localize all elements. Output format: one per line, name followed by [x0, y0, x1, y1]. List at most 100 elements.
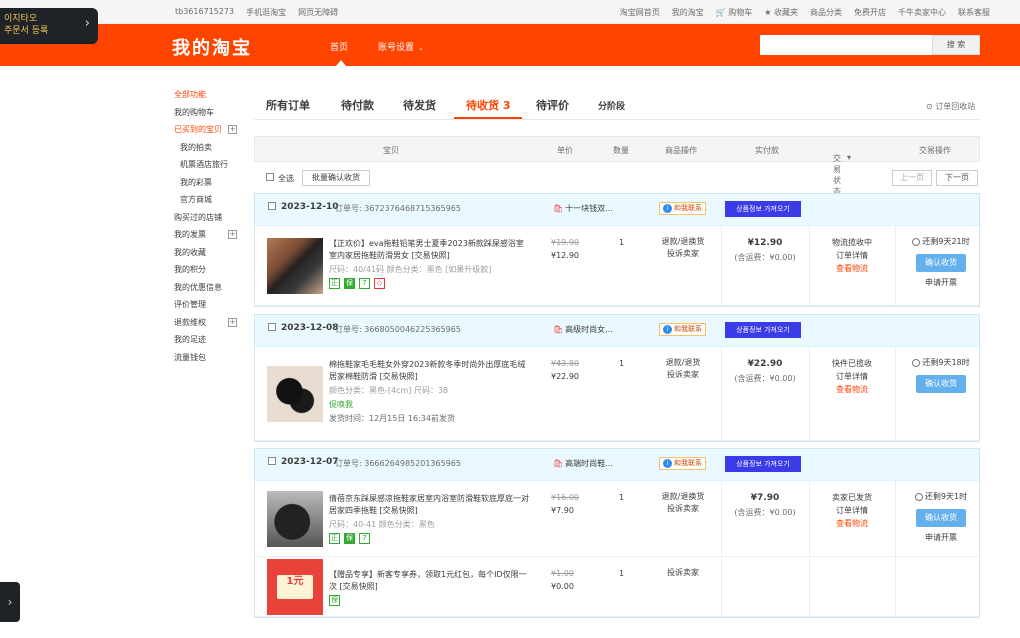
column-divider [809, 347, 810, 441]
expand-plus-icon[interactable]: + [228, 125, 237, 134]
sidebar-item[interactable]: 全部功能 [174, 86, 254, 104]
status-link[interactable]: 查看物流 [817, 262, 887, 275]
contact-seller-button[interactable]: i 和我联系 [659, 457, 706, 470]
brand-logo[interactable]: 我的淘宝 [172, 34, 252, 60]
column-divider [809, 481, 810, 617]
sidebar-item[interactable]: 官方商城 [174, 191, 254, 209]
next-page-button[interactable]: 下一页 [936, 170, 978, 186]
shop-bag-icon: 🛍 [553, 204, 564, 213]
nav-home[interactable]: 首页 [330, 40, 348, 53]
favorites-label: 收藏夹 [774, 8, 798, 17]
expand-plus-icon[interactable]: + [228, 317, 237, 327]
confirm-receipt-button[interactable]: 确认收货 [916, 254, 966, 272]
sidebar-item[interactable]: 购买过的店铺 [174, 209, 254, 227]
status-link[interactable]: 订单详情 [817, 249, 887, 262]
favorites-link[interactable]: ★ 收藏夹 [764, 7, 798, 18]
paid-total: ¥12.90 [747, 238, 783, 248]
cart-link[interactable]: 🛒 购物车 [716, 7, 753, 18]
order-card: 2023-12-07 订单号: 3666264985201365965 🛍 高端时尚鞋… [254, 448, 980, 618]
status-link[interactable]: 查看物流 [817, 383, 887, 396]
seller-center-link[interactable]: 千牛卖家中心 [898, 7, 946, 18]
fetch-product-info-button[interactable]: 상품정보 가져오기 [725, 201, 801, 217]
order-header: 2023-12-08 订单号: 3668050046225365965 🛍 高级时尚女… [255, 315, 979, 347]
accessibility-link[interactable]: 网页无障碍 [298, 7, 338, 18]
chevron-right-icon: › [7, 595, 13, 609]
tab-pending-shipment[interactable]: 待发货 [403, 97, 436, 113]
sidebar-item[interactable]: 我的收藏 [174, 244, 254, 262]
tab-all-orders[interactable]: 所有订单 [266, 97, 310, 113]
sidebar-item-label: 我的足迹 [174, 335, 206, 344]
shop-link[interactable]: 🛍 高级时尚女... [553, 324, 613, 335]
sidebar-item[interactable]: 我的彩票 [174, 174, 254, 192]
order-checkbox[interactable] [268, 457, 276, 465]
column-divider [809, 226, 810, 306]
sidebar-item-label: 流量钱包 [174, 352, 206, 362]
sidebar-item[interactable]: 我的足迹 [174, 331, 254, 349]
contact-seller-button[interactable]: i 和我联系 [659, 323, 706, 336]
taobao-home-link[interactable]: 淘宝网首页 [620, 7, 660, 18]
contact-seller-button[interactable]: i 和我联系 [659, 202, 706, 215]
search-button[interactable]: 搜 索 [932, 35, 980, 55]
search-input[interactable] [760, 35, 932, 55]
order-number: 订单号: 3668050046225365965 [335, 325, 461, 334]
select-all-label: 全选 [278, 174, 294, 183]
sidebar-item-label: 购买过的店铺 [174, 212, 222, 222]
status-link[interactable]: 订单详情 [817, 370, 887, 383]
remaining-time: 还剩9天18时 [903, 357, 979, 369]
sidebar-item[interactable]: 我的优惠信息 [174, 279, 254, 297]
column-divider [721, 226, 722, 306]
mobile-taobao-link[interactable]: 手机逛淘宝 [246, 7, 286, 18]
remaining-time: 还剩9天21时 [903, 236, 979, 248]
shop-bag-icon: 🛍 [553, 459, 564, 468]
request-invoice-link[interactable]: 申请开票 [903, 277, 979, 288]
prev-page-button[interactable]: 上一页 [892, 170, 932, 186]
col-paid: 实付款 [755, 146, 779, 155]
sidebar-item[interactable]: 退款维权 + [174, 314, 254, 332]
side-expand-tab[interactable]: › [0, 582, 20, 622]
select-all-checkbox[interactable] [266, 173, 274, 181]
clock-icon [912, 237, 921, 246]
shop-link[interactable]: 🛍 高端时尚鞋... [553, 458, 613, 469]
expand-plus-icon[interactable]: + [228, 230, 237, 239]
header-nav: 首页 账号设置 ⌄ [330, 40, 424, 53]
fetch-product-info-button[interactable]: 상품정보 가져오기 [725, 322, 801, 338]
order-card: 2023-12-08 订单号: 3668050046225365965 🛍 高级时尚女… [254, 314, 980, 442]
status-link[interactable]: 订单详情 [817, 504, 887, 517]
request-invoice-link[interactable]: 申请开票 [903, 532, 979, 543]
customer-service-link[interactable]: 联系客服 [958, 7, 990, 18]
shop-link[interactable]: 🛍 十一块钱双... [553, 203, 613, 214]
sidebar-item[interactable]: 机票酒店旅行 [174, 156, 254, 174]
fetch-product-info-button[interactable]: 상품정보 가져오기 [725, 456, 801, 472]
order-checkbox[interactable] [268, 202, 276, 210]
batch-confirm-button[interactable]: 批量确认收货 [302, 170, 370, 186]
tab-pending-review[interactable]: 待评价 [536, 97, 569, 113]
username-link[interactable]: tb3616715273 [175, 7, 234, 18]
paid-total: ¥7.90 [750, 493, 780, 503]
order-actions: 还剩9天1时 确认收货 申请开票 [903, 491, 979, 543]
sidebar-item[interactable]: 已买到的宝贝 + [174, 121, 254, 139]
status-link[interactable]: 查看物流 [817, 517, 887, 530]
sidebar-item-label: 我的购物车 [174, 107, 214, 117]
nav-account-settings[interactable]: 账号设置 ⌄ [378, 40, 424, 53]
category-link[interactable]: 商品分类 [810, 7, 842, 18]
order-status: 物流揽收中 订单详情 查看物流 [817, 236, 887, 275]
tab-staged[interactable]: 分阶段 [598, 99, 625, 112]
confirm-receipt-button[interactable]: 确认收货 [916, 509, 966, 527]
order-checkbox[interactable] [268, 323, 276, 331]
sidebar-item-label: 我的积分 [174, 265, 206, 274]
sidebar-item[interactable]: 我的购物车 [174, 104, 254, 122]
sidebar-item[interactable]: 我的拍卖 [174, 139, 254, 157]
open-shop-link[interactable]: 免费开店 [854, 7, 886, 18]
extension-promo-badge[interactable]: 이지타오 주문서 등록 › [0, 8, 98, 44]
confirm-receipt-button[interactable]: 确认收货 [916, 375, 966, 393]
my-taobao-link[interactable]: 我的淘宝 [672, 7, 704, 18]
sidebar-item[interactable]: 我的发票 + [174, 226, 254, 244]
recycle-bin-link[interactable]: ⊙ 订单回收站 [926, 101, 975, 112]
sidebar-item[interactable]: 评价管理 [174, 296, 254, 314]
column-divider [895, 481, 896, 617]
sidebar-item[interactable]: 我的积分 [174, 261, 254, 279]
tab-pending-payment[interactable]: 待付款 [341, 97, 374, 113]
tab-pending-receipt[interactable]: 待收货 3 [466, 97, 510, 113]
sidebar-item[interactable]: 流量钱包 [174, 349, 254, 367]
paid-total: ¥22.90 [747, 359, 783, 369]
